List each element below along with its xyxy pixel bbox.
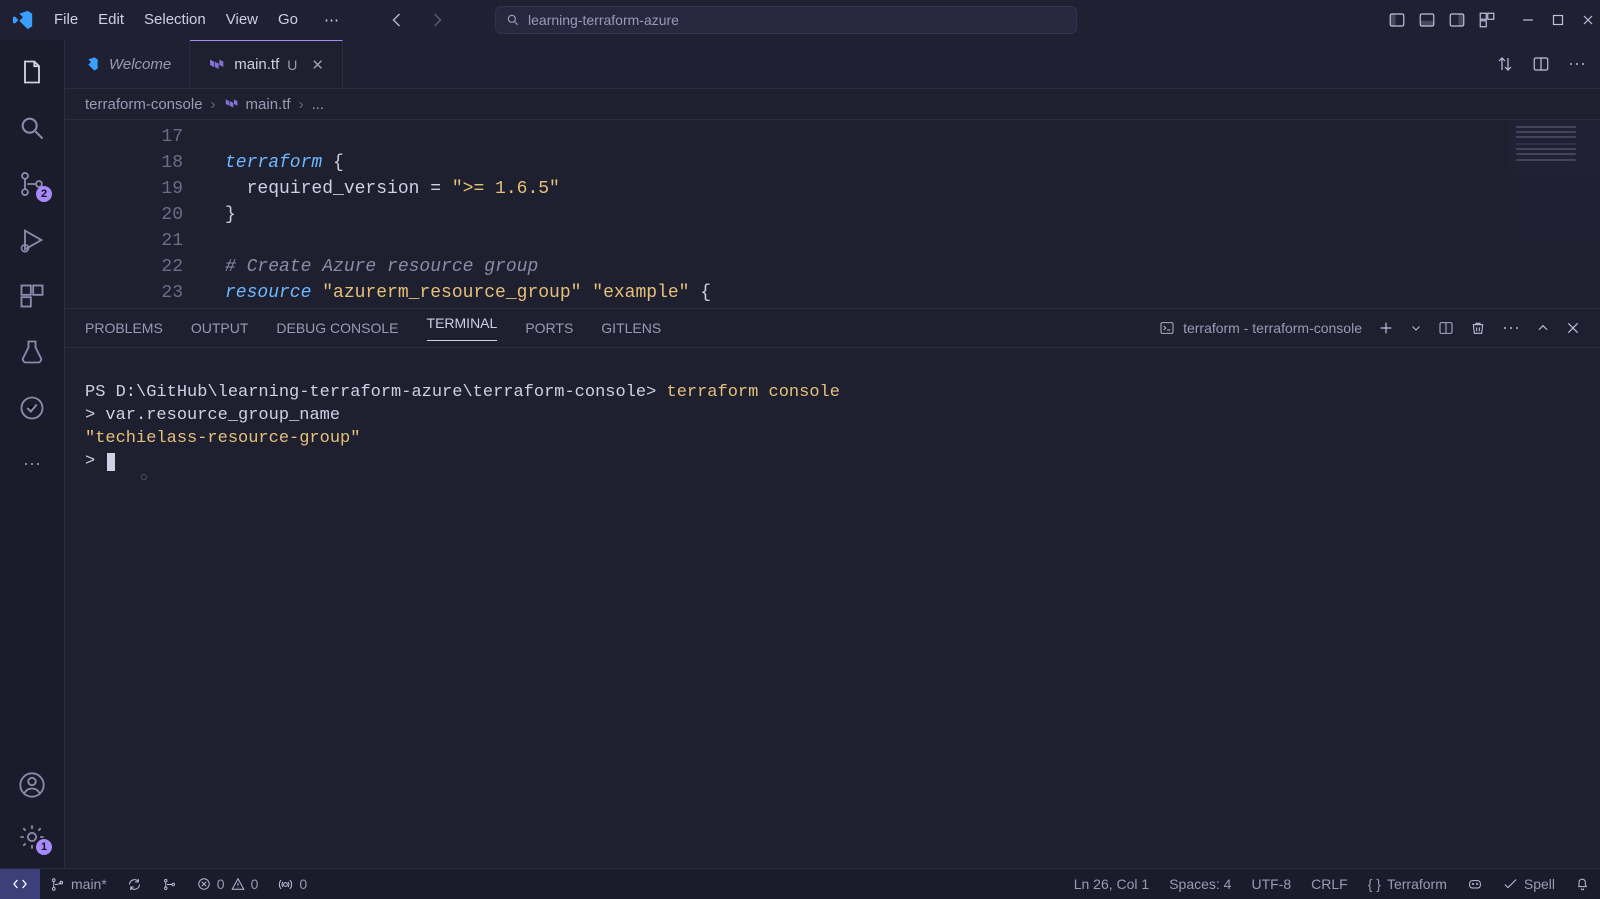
terminal-dropdown-icon[interactable]	[1410, 322, 1422, 334]
toggle-panel-icon[interactable]	[1418, 11, 1436, 29]
activity-settings-icon[interactable]: 1	[18, 823, 46, 851]
status-sync-icon[interactable]	[117, 869, 152, 899]
line-number-gutter: 17 18 19 20 21 22 23	[65, 120, 205, 308]
tab-dirty-indicator: U	[287, 57, 297, 73]
remote-indicator-icon[interactable]	[0, 869, 40, 899]
status-gitgraph-icon[interactable]	[152, 869, 187, 899]
code-editor[interactable]: 17 18 19 20 21 22 23 terraform { require…	[65, 120, 1600, 308]
activity-search-icon[interactable]	[18, 114, 46, 142]
panel-tab-output[interactable]: OUTPUT	[191, 320, 249, 336]
menu-file[interactable]: File	[54, 11, 78, 29]
activity-todo-icon[interactable]	[18, 394, 46, 422]
nav-arrows	[389, 11, 445, 29]
status-git-branch[interactable]: main*	[40, 869, 117, 899]
status-indentation[interactable]: Spaces: 4	[1159, 876, 1241, 892]
activity-source-control-icon[interactable]: 2	[18, 170, 46, 198]
panel-tab-ports[interactable]: PORTS	[525, 320, 573, 336]
tab-main-tf-label: main.tf	[234, 56, 279, 73]
panel-tab-terminal[interactable]: TERMINAL	[427, 315, 498, 341]
command-center[interactable]: learning-terraform-azure	[495, 6, 1077, 34]
split-terminal-icon[interactable]	[1438, 320, 1454, 336]
activity-extensions-icon[interactable]	[18, 282, 46, 310]
nav-forward-icon[interactable]	[427, 11, 445, 29]
window-close-icon[interactable]	[1582, 14, 1594, 26]
panel-tab-problems[interactable]: PROBLEMS	[85, 320, 163, 336]
status-notifications-icon[interactable]	[1565, 876, 1600, 891]
tab-close-icon[interactable]: ✕	[311, 56, 324, 74]
window-maximize-icon[interactable]	[1552, 14, 1564, 26]
terraform-file-icon	[208, 57, 224, 73]
menu-view[interactable]: View	[226, 11, 258, 29]
activity-explorer-icon[interactable]	[18, 58, 46, 86]
maximize-panel-icon[interactable]	[1536, 321, 1550, 335]
menu-edit[interactable]: Edit	[98, 11, 124, 29]
terminal-gutter-marker-icon: ○	[140, 466, 148, 489]
tab-welcome-label: Welcome	[109, 56, 171, 73]
status-copilot-icon[interactable]	[1457, 876, 1493, 892]
terminal-line: PS D:\GitHub\learning-terraform-azure\te…	[85, 383, 840, 402]
activity-bar: 2 ⋯ 1	[0, 40, 65, 869]
toggle-secondary-sidebar-icon[interactable]	[1448, 11, 1466, 29]
tab-main-tf[interactable]: main.tf U ✕	[190, 40, 343, 88]
split-editor-icon[interactable]	[1532, 55, 1550, 73]
activity-testing-icon[interactable]	[18, 338, 46, 366]
tab-more-icon[interactable]: ⋯	[1568, 54, 1586, 75]
panel-tab-gitlens[interactable]: GITLENS	[601, 320, 661, 336]
status-encoding[interactable]: UTF-8	[1241, 876, 1301, 892]
status-bar: main* 0 0 0 Ln 26, Col 1 Spaces: 4 UTF-8…	[0, 868, 1600, 899]
braces-icon: { }	[1368, 876, 1381, 892]
activity-run-debug-icon[interactable]	[18, 226, 46, 254]
status-eol[interactable]: CRLF	[1301, 876, 1358, 892]
window-minimize-icon[interactable]	[1522, 14, 1534, 26]
editor-tabs: Welcome main.tf U ✕ ⋯	[65, 40, 1600, 89]
terminal-cursor	[107, 453, 115, 471]
menu-overflow-icon[interactable]: ⋯	[324, 11, 339, 29]
breadcrumb-folder[interactable]: terraform-console	[85, 96, 203, 113]
tab-welcome[interactable]: Welcome	[65, 40, 190, 88]
terminal-name[interactable]: terraform - terraform-console	[1159, 320, 1362, 336]
minimap[interactable]	[1510, 120, 1600, 300]
terminal-shell-icon	[1159, 320, 1175, 336]
status-cursor-position[interactable]: Ln 26, Col 1	[1064, 876, 1160, 892]
menu-selection[interactable]: Selection	[144, 11, 206, 29]
terminal-line: > var.resource_group_name	[85, 406, 340, 425]
scm-badge: 2	[36, 186, 52, 202]
status-ports[interactable]: 0	[268, 869, 317, 899]
terminal-view[interactable]: PS D:\GitHub\learning-terraform-azure\te…	[65, 348, 1600, 869]
status-spell[interactable]: Spell	[1493, 876, 1565, 892]
command-center-text: learning-terraform-azure	[528, 12, 679, 28]
terminal-line: >	[85, 452, 115, 471]
spell-check-icon	[1503, 877, 1518, 892]
status-language-mode[interactable]: { } Terraform	[1358, 876, 1457, 892]
search-icon	[506, 13, 520, 27]
chevron-right-icon: ›	[211, 96, 216, 113]
status-problems[interactable]: 0 0	[187, 869, 269, 899]
menu-go[interactable]: Go	[278, 11, 298, 29]
bottom-panel: PROBLEMS OUTPUT DEBUG CONSOLE TERMINAL P…	[65, 308, 1600, 869]
new-terminal-icon[interactable]	[1378, 320, 1394, 336]
terminal-line: "techielass-resource-group"	[85, 429, 360, 448]
chevron-right-icon: ›	[299, 96, 304, 113]
settings-badge: 1	[36, 839, 52, 855]
terraform-file-icon	[224, 97, 238, 111]
title-bar: File Edit Selection View Go ⋯ learning-t…	[0, 0, 1600, 41]
nav-back-icon[interactable]	[389, 11, 407, 29]
breadcrumb[interactable]: terraform-console › main.tf › ...	[65, 89, 1600, 120]
customize-layout-icon[interactable]	[1478, 11, 1496, 29]
activity-more-icon[interactable]: ⋯	[23, 454, 41, 475]
panel-tabs: PROBLEMS OUTPUT DEBUG CONSOLE TERMINAL P…	[65, 309, 1600, 348]
activity-accounts-icon[interactable]	[18, 771, 46, 799]
panel-tab-debug-console[interactable]: DEBUG CONSOLE	[276, 320, 398, 336]
vscode-small-icon	[83, 56, 99, 72]
code-content[interactable]: terraform { required_version = ">= 1.6.5…	[225, 120, 1600, 308]
breadcrumb-file[interactable]: main.tf	[246, 96, 291, 113]
menu-bar: File Edit Selection View Go ⋯	[54, 11, 339, 29]
toggle-primary-sidebar-icon[interactable]	[1388, 11, 1406, 29]
vscode-logo-icon	[10, 9, 36, 31]
breadcrumb-tail[interactable]: ...	[312, 96, 325, 113]
panel-more-icon[interactable]: ⋯	[1502, 318, 1520, 339]
close-panel-icon[interactable]	[1566, 321, 1580, 335]
open-changes-icon[interactable]	[1496, 55, 1514, 73]
kill-terminal-icon[interactable]	[1470, 320, 1486, 336]
